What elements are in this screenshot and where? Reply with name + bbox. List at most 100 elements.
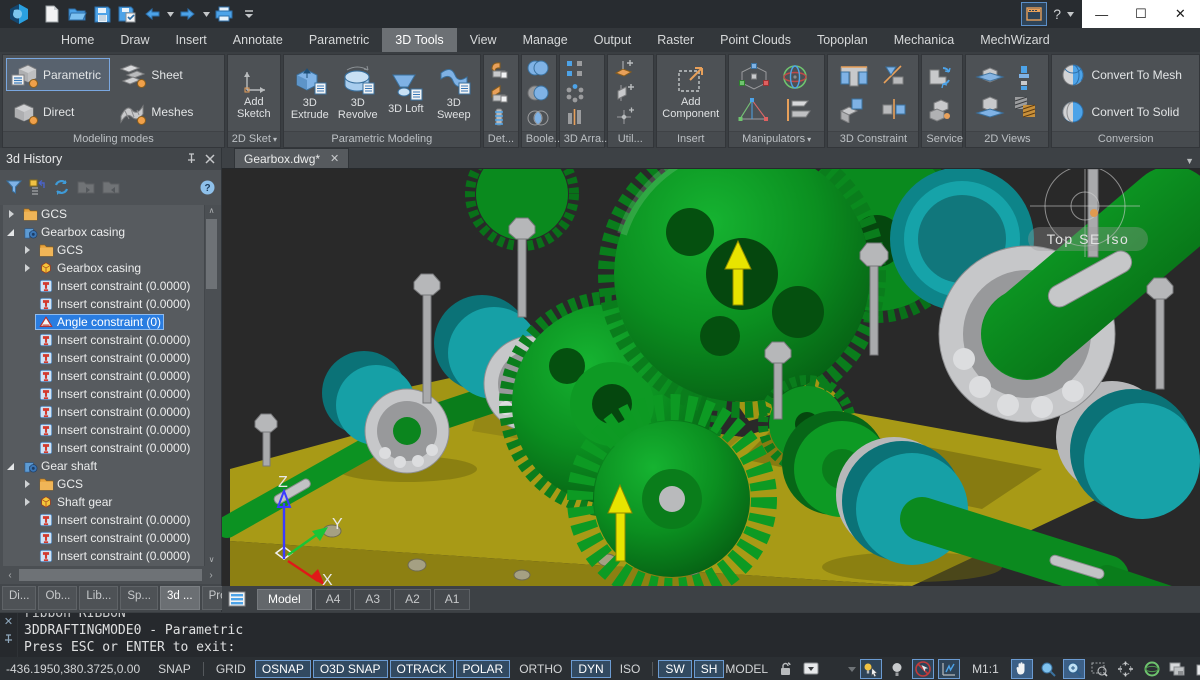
- subtract-icon[interactable]: [527, 84, 549, 102]
- add-sketch-button[interactable]: Add Sketch: [231, 57, 277, 129]
- meshes-mode-button[interactable]: Meshes: [114, 95, 218, 128]
- open-file-icon[interactable]: [65, 3, 89, 25]
- document-close-icon[interactable]: ✕: [330, 152, 339, 165]
- no-selection-icon[interactable]: [912, 659, 935, 679]
- close-panel-icon[interactable]: [205, 154, 215, 164]
- hatch-view-icon[interactable]: [1013, 95, 1037, 119]
- zoom-extents-icon[interactable]: [1089, 659, 1111, 679]
- tree-hscrollbar[interactable]: ‹ ›: [3, 567, 218, 583]
- tree-expand-icon[interactable]: [23, 479, 33, 489]
- redo-icon[interactable]: [176, 3, 200, 25]
- tree-expand-icon[interactable]: [7, 209, 17, 219]
- tree-item[interactable]: Shaft gear: [3, 493, 218, 511]
- scroll-thumb[interactable]: [19, 568, 202, 582]
- ribbon-tab-raster[interactable]: Raster: [644, 28, 707, 52]
- tree-item[interactable]: Gear shaft: [3, 457, 218, 475]
- align-bars-icon[interactable]: [780, 97, 812, 123]
- save-as-icon[interactable]: [115, 3, 139, 25]
- refresh-icon[interactable]: [53, 179, 70, 196]
- scroll-down-icon[interactable]: ∨: [205, 554, 218, 566]
- panel-tab-ob[interactable]: Ob...: [38, 586, 78, 610]
- scroll-right-icon[interactable]: ›: [204, 568, 218, 583]
- document-tab[interactable]: Gearbox.dwg* ✕: [234, 148, 350, 168]
- viewport-lock-icon[interactable]: [1167, 659, 1189, 679]
- close-button[interactable]: ✕: [1161, 0, 1200, 28]
- isolate-objects-icon[interactable]: [860, 659, 883, 679]
- ribbon-tab-home[interactable]: Home: [48, 28, 107, 52]
- polar-array-icon[interactable]: [565, 83, 585, 103]
- gearbox-3d-scene[interactable]: Z Y X Top SE Iso: [222, 169, 1200, 586]
- add-component-button[interactable]: Add Component: [660, 57, 722, 129]
- unfold-icon[interactable]: [489, 83, 509, 103]
- help-button[interactable]: ?: [1053, 6, 1061, 22]
- tree-item[interactable]: Insert constraint (0.0000): [3, 403, 218, 421]
- revolve-button[interactable]: 3D Revolve: [335, 57, 381, 129]
- add-plane-icon[interactable]: [613, 59, 635, 79]
- toggle-o3d-snap[interactable]: O3D SNAP: [312, 660, 388, 678]
- sheet-mode-button[interactable]: Sheet: [114, 58, 218, 91]
- union-icon[interactable]: [527, 59, 549, 77]
- scroll-thumb[interactable]: [206, 219, 217, 290]
- sweep-button[interactable]: 3D Sweep: [431, 57, 477, 129]
- tree-item[interactable]: Insert constraint (0.0000): [3, 511, 218, 529]
- tree-item[interactable]: GCS: [3, 475, 218, 493]
- pin-icon[interactable]: [186, 153, 197, 164]
- ribbon-tab-annotate[interactable]: Annotate: [220, 28, 296, 52]
- toggle-sw[interactable]: SW: [658, 660, 692, 678]
- tree-item[interactable]: GCS: [3, 205, 218, 223]
- layout-tab-a4[interactable]: A4: [314, 588, 352, 610]
- tree-expand-icon[interactable]: [23, 263, 33, 273]
- ribbon-tab-draw[interactable]: Draw: [107, 28, 162, 52]
- redo-caret-icon[interactable]: [201, 3, 211, 25]
- tree-expand-icon[interactable]: [23, 497, 33, 507]
- undo-icon[interactable]: [140, 3, 164, 25]
- tree-vscrollbar[interactable]: ∧ ∨: [204, 205, 218, 566]
- scroll-up-icon[interactable]: ∧: [205, 205, 218, 217]
- layout-tab-a3[interactable]: A3: [354, 588, 392, 610]
- new-viewport-icon[interactable]: [1193, 659, 1200, 679]
- tangent-constraint-icon[interactable]: [881, 97, 907, 121]
- tree-expand-icon[interactable]: [7, 461, 17, 471]
- zoom-realtime-icon[interactable]: [1037, 659, 1059, 679]
- ribbon-tab-output[interactable]: Output: [581, 28, 645, 52]
- parametric-mode-button[interactable]: Parametric: [6, 58, 110, 91]
- tree-item[interactable]: Insert constraint (0.0000): [3, 331, 218, 349]
- toggle-otrack[interactable]: OTRACK: [389, 660, 454, 678]
- tree-item[interactable]: Insert constraint (0.0000): [3, 349, 218, 367]
- ribbon-tab-mechwizard[interactable]: MechWizard: [967, 28, 1062, 52]
- viewport-menu-caret-icon[interactable]: ▼: [1185, 156, 1194, 166]
- tree-item[interactable]: Gearbox casing: [3, 259, 218, 277]
- lock-icon[interactable]: [774, 659, 796, 679]
- close-command-icon[interactable]: ✕: [4, 615, 13, 628]
- quad-cursor-icon[interactable]: [938, 659, 961, 679]
- ribbon-tab-insert[interactable]: Insert: [163, 28, 220, 52]
- ribbon-tab-manage[interactable]: Manage: [510, 28, 581, 52]
- ribbon-tab-mechanica[interactable]: Mechanica: [881, 28, 967, 52]
- ribbon-tab-view[interactable]: View: [457, 28, 510, 52]
- import-history-icon[interactable]: [102, 179, 120, 195]
- model-space-label[interactable]: MODEL: [725, 662, 768, 676]
- tree-item[interactable]: Insert constraint (0.0000): [3, 277, 218, 295]
- tree-item[interactable]: Insert constraint (0.0000): [3, 529, 218, 547]
- filter-icon[interactable]: [6, 179, 22, 195]
- rect-array-icon[interactable]: [565, 59, 585, 79]
- help-caret-icon[interactable]: [1067, 11, 1074, 17]
- tree-item[interactable]: Insert constraint (0.0000): [3, 439, 218, 457]
- flatten-icon[interactable]: [489, 59, 509, 79]
- scroll-left-icon[interactable]: ‹: [3, 568, 17, 583]
- minimize-button[interactable]: —: [1082, 0, 1121, 28]
- convert-to-mesh-button[interactable]: Convert To Mesh: [1055, 60, 1196, 90]
- export-history-icon[interactable]: [77, 179, 95, 195]
- constraint-filter-icon[interactable]: [29, 179, 46, 195]
- toggle-ortho[interactable]: ORTHO: [512, 660, 569, 678]
- toggle-polar[interactable]: POLAR: [455, 660, 511, 678]
- tree-item[interactable]: Insert constraint (0.0000): [3, 295, 218, 313]
- save-icon[interactable]: [90, 3, 114, 25]
- annotation-scale[interactable]: M1:1: [972, 662, 999, 676]
- manipulator-box-icon[interactable]: [738, 63, 770, 91]
- layout-tab-a2[interactable]: A2: [394, 588, 431, 610]
- toggle-sh[interactable]: SH: [693, 660, 725, 678]
- workspace-icon[interactable]: [1021, 2, 1048, 26]
- help-icon[interactable]: ?: [200, 180, 215, 195]
- layout-tab-model[interactable]: Model: [257, 588, 312, 610]
